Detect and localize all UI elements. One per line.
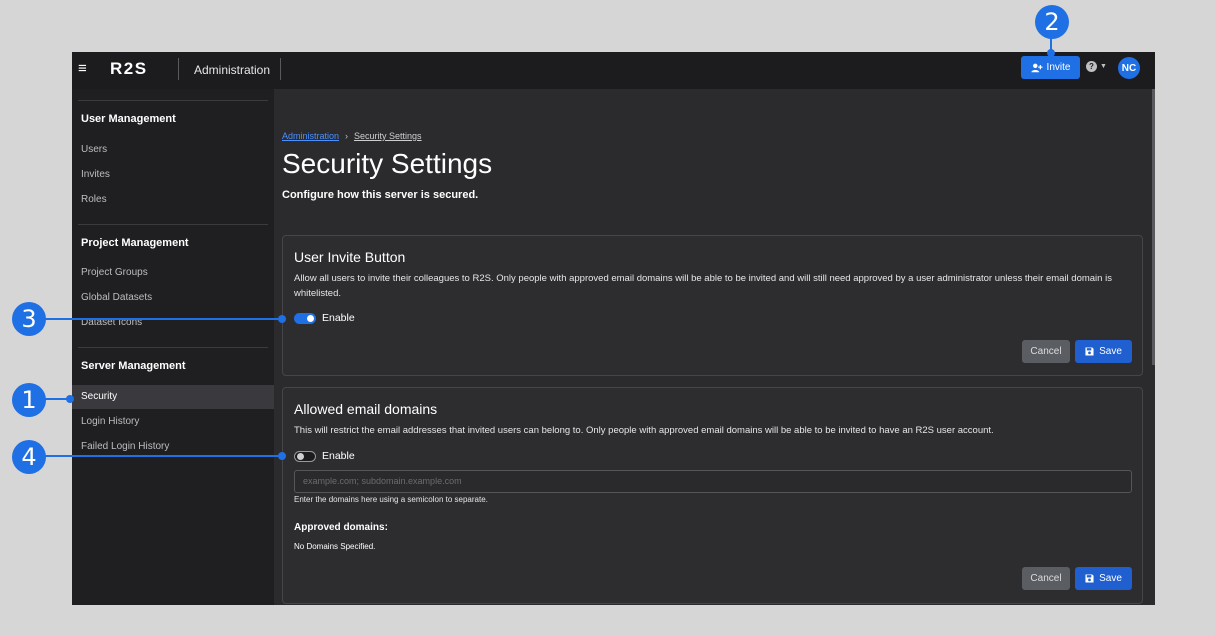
callout-dot: [278, 315, 286, 323]
callout-dot: [1047, 49, 1055, 57]
domains-input[interactable]: example.com; subdomain.example.com: [294, 470, 1132, 493]
invite-enable-row: Enable: [294, 312, 355, 324]
hamburger-icon[interactable]: ≡: [78, 61, 87, 77]
divider: [178, 58, 179, 80]
domains-enable-row: Enable: [294, 450, 355, 462]
callout-4: 4: [12, 440, 46, 474]
approved-domains-label: Approved domains:: [294, 522, 388, 533]
sidebar-divider: [78, 224, 268, 225]
sidebar: User Management Users Invites Roles Proj…: [72, 89, 274, 605]
app-logo[interactable]: R2S: [110, 59, 148, 79]
invite-button-label: Invite: [1046, 62, 1071, 73]
breadcrumb-current: Security Settings: [354, 131, 422, 141]
invite-enable-toggle[interactable]: [294, 312, 316, 324]
domains-enable-toggle[interactable]: [294, 450, 316, 462]
app-name: Administration: [194, 63, 271, 77]
toggle-knob: [307, 314, 314, 322]
top-bar: ≡ R2S Administration Invite ? ▼ NC: [72, 52, 1155, 89]
card-description: This will restrict the email addresses t…: [294, 425, 994, 436]
chevron-right-icon: ›: [345, 131, 349, 141]
toggle-label: Enable: [322, 312, 355, 324]
card-title: User Invite Button: [294, 249, 406, 265]
avatar[interactable]: NC: [1118, 57, 1140, 79]
callout-line: [44, 318, 282, 320]
sidebar-item-invites[interactable]: Invites: [72, 163, 274, 187]
card-title: Allowed email domains: [294, 401, 438, 417]
card-description: Allow all users to invite their colleagu…: [294, 273, 1112, 299]
toggle-label: Enable: [322, 450, 355, 462]
main-content: Administration › Security Settings Securit…: [274, 89, 1155, 605]
sidebar-item-login-history[interactable]: Login History: [72, 410, 274, 434]
save-button[interactable]: Save: [1075, 340, 1132, 363]
caret-down-icon: ▼: [1100, 63, 1107, 70]
save-icon: [1085, 347, 1094, 356]
cancel-button[interactable]: Cancel: [1022, 340, 1070, 363]
sidebar-item-security[interactable]: Security: [72, 385, 274, 409]
sidebar-section-project-management: Project Management: [81, 237, 189, 249]
toggle-knob: [297, 452, 304, 460]
allowed-domains-card: Allowed email domains This will restrict…: [282, 387, 1143, 604]
callout-dot: [66, 395, 74, 403]
help-menu[interactable]: ? ▼: [1086, 61, 1107, 72]
sidebar-item-project-groups[interactable]: Project Groups: [72, 261, 274, 285]
save-button-label: Save: [1099, 573, 1122, 584]
app-window: ≡ R2S Administration Invite ? ▼ NC User …: [72, 52, 1155, 605]
save-button-label: Save: [1099, 346, 1122, 357]
sidebar-section-user-management: User Management: [81, 113, 176, 125]
scrollbar[interactable]: [1152, 89, 1155, 365]
question-circle-icon: ?: [1086, 61, 1097, 72]
add-user-icon: [1030, 63, 1043, 72]
sidebar-section-server-management: Server Management: [81, 360, 186, 372]
approved-domains-value: No Domains Specified.: [294, 542, 376, 551]
domains-input-hint: Enter the domains here using a semicolon…: [294, 495, 488, 504]
page-subtitle: Configure how this server is secured.: [282, 189, 479, 201]
sidebar-item-global-datasets[interactable]: Global Datasets: [72, 286, 274, 310]
breadcrumb-link-administration[interactable]: Administration: [282, 131, 339, 141]
sidebar-divider: [78, 100, 268, 101]
callout-3: 3: [12, 302, 46, 336]
callout-line: [44, 455, 282, 457]
callout-2: 2: [1035, 5, 1069, 39]
callout-1: 1: [12, 383, 46, 417]
callout-dot: [278, 452, 286, 460]
page-title: Security Settings: [282, 148, 493, 179]
sidebar-item-roles[interactable]: Roles: [72, 188, 274, 212]
save-icon: [1085, 574, 1094, 583]
cancel-button[interactable]: Cancel: [1022, 567, 1070, 590]
sidebar-item-users[interactable]: Users: [72, 138, 274, 162]
breadcrumb: Administration › Security Settings: [282, 131, 422, 142]
sidebar-divider: [78, 347, 268, 348]
invite-button[interactable]: Invite: [1021, 56, 1080, 79]
divider: [280, 58, 281, 80]
sidebar-item-dataset-icons[interactable]: Dataset Icons: [72, 311, 274, 335]
user-invite-card: User Invite Button Allow all users to in…: [282, 235, 1143, 376]
save-button[interactable]: Save: [1075, 567, 1132, 590]
